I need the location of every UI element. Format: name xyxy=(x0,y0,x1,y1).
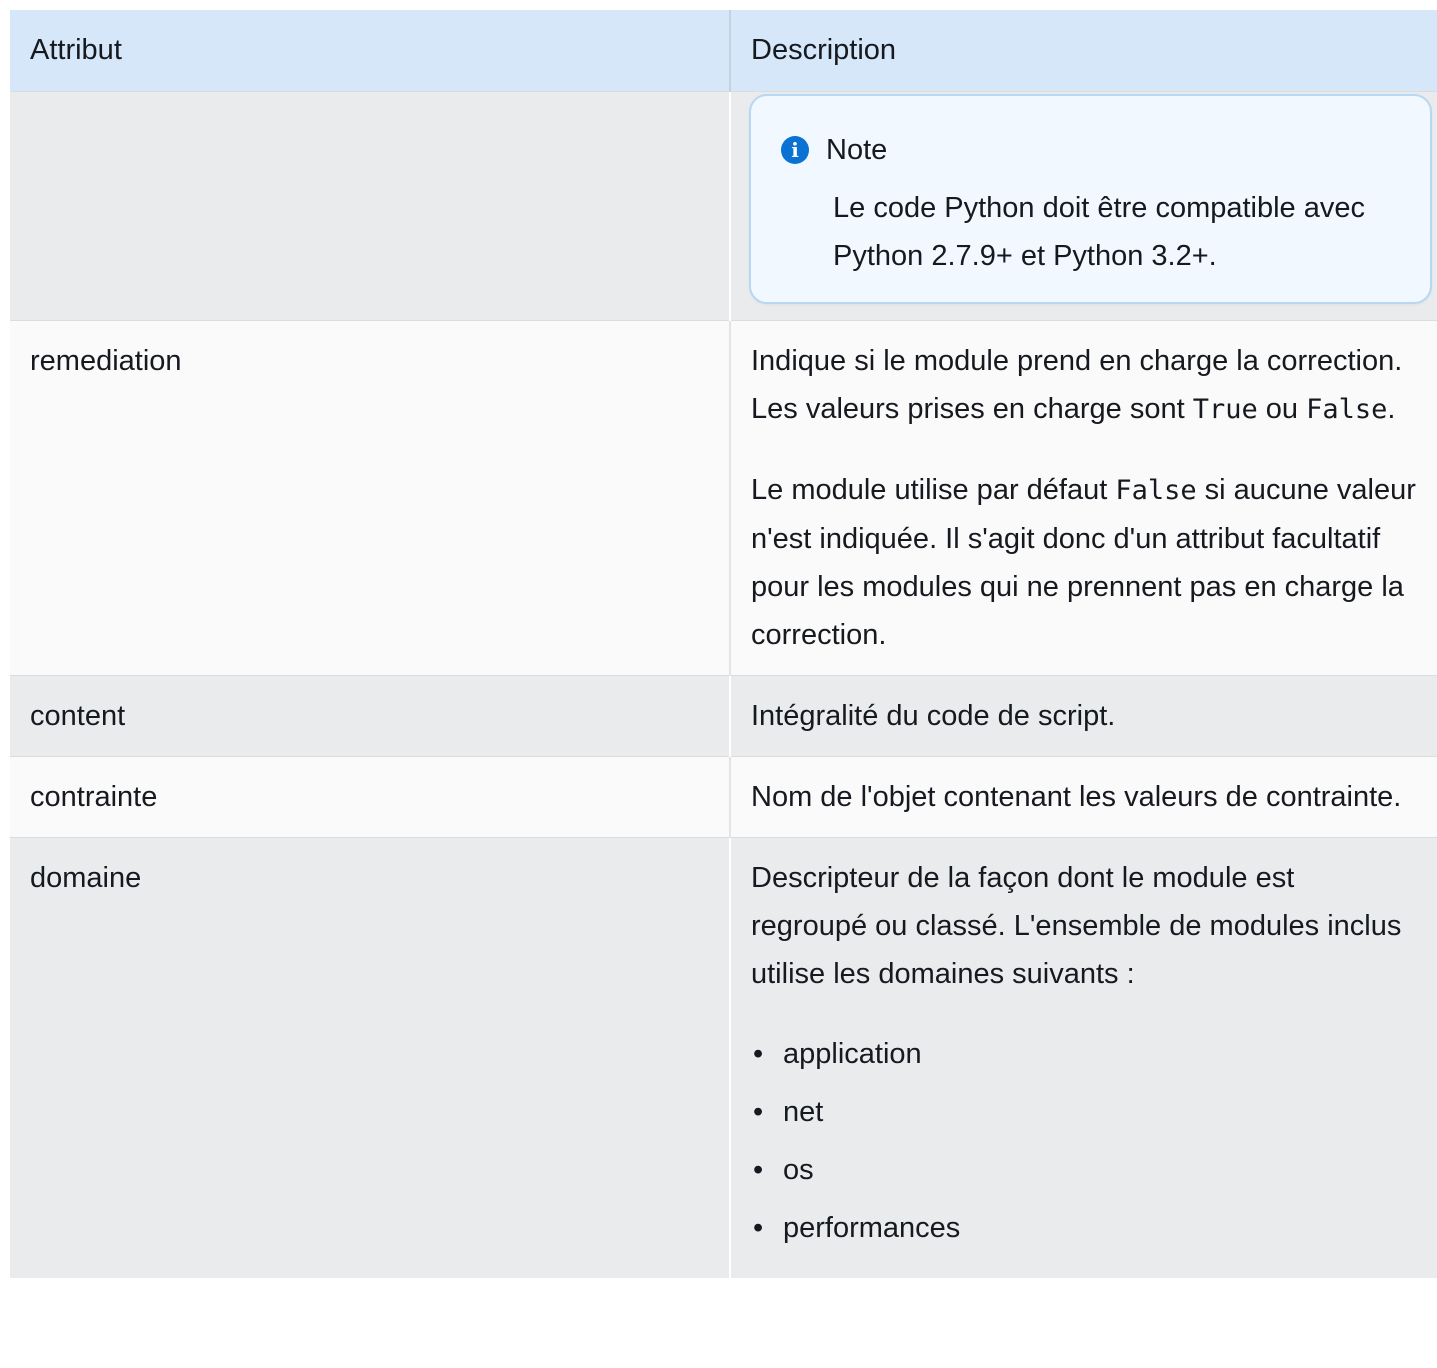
header-description: Description xyxy=(730,10,1437,92)
description-text: Le module utilise par défaut xyxy=(751,474,1116,506)
description-cell: Intégralité du code de script. xyxy=(730,675,1437,757)
table-row: remediation Indique si le module prend e… xyxy=(10,320,1437,676)
attributes-table: Attribut Description i Note Le code Pyth… xyxy=(10,10,1437,1278)
attribute-name: domaine xyxy=(10,837,731,1278)
table-row: domaine Descripteur de la façon dont le … xyxy=(10,837,1437,1278)
attribute-cell-empty xyxy=(10,91,731,321)
table-row: i Note Le code Python doit être compatib… xyxy=(10,91,1437,321)
list-item: net xyxy=(751,1088,1417,1136)
description-text: . xyxy=(1387,393,1396,425)
domain-list: application net os performances xyxy=(751,1030,1417,1252)
list-item: application xyxy=(751,1030,1417,1078)
note-callout: i Note Le code Python doit être compatib… xyxy=(749,94,1432,304)
description-paragraph: Descripteur de la façon dont le module e… xyxy=(751,862,1402,990)
list-item: os xyxy=(751,1146,1417,1194)
attribute-name: contrainte xyxy=(10,756,731,838)
note-header: i Note xyxy=(781,130,1402,170)
attribute-name: content xyxy=(10,675,731,757)
code-true: True xyxy=(1192,394,1258,425)
description-cell: Nom de l'objet contenant les valeurs de … xyxy=(730,756,1437,838)
list-item: performances xyxy=(751,1204,1417,1252)
description-cell: i Note Le code Python doit être compatib… xyxy=(730,91,1437,321)
attributes-table-container: Attribut Description i Note Le code Pyth… xyxy=(10,10,1437,1278)
note-body: Le code Python doit être compatible avec… xyxy=(833,192,1365,272)
header-attribute: Attribut xyxy=(10,10,731,92)
description-paragraph: Le module utilise par défaut False si au… xyxy=(751,466,1417,659)
code-false: False xyxy=(1115,475,1197,506)
attribute-name: remediation xyxy=(10,320,731,676)
description-cell: Indique si le module prend en charge la … xyxy=(730,320,1437,676)
table-row: content Intégralité du code de script. xyxy=(10,675,1437,757)
code-false: False xyxy=(1306,394,1388,425)
note-title: Note xyxy=(826,134,888,166)
description-cell: Descripteur de la façon dont le module e… xyxy=(730,837,1437,1278)
info-icon: i xyxy=(781,136,809,164)
table-row: contrainte Nom de l'objet contenant les … xyxy=(10,756,1437,838)
description-paragraph: Indique si le module prend en charge la … xyxy=(751,337,1417,434)
description-text: ou xyxy=(1257,393,1307,425)
table-header-row: Attribut Description xyxy=(10,10,1437,92)
